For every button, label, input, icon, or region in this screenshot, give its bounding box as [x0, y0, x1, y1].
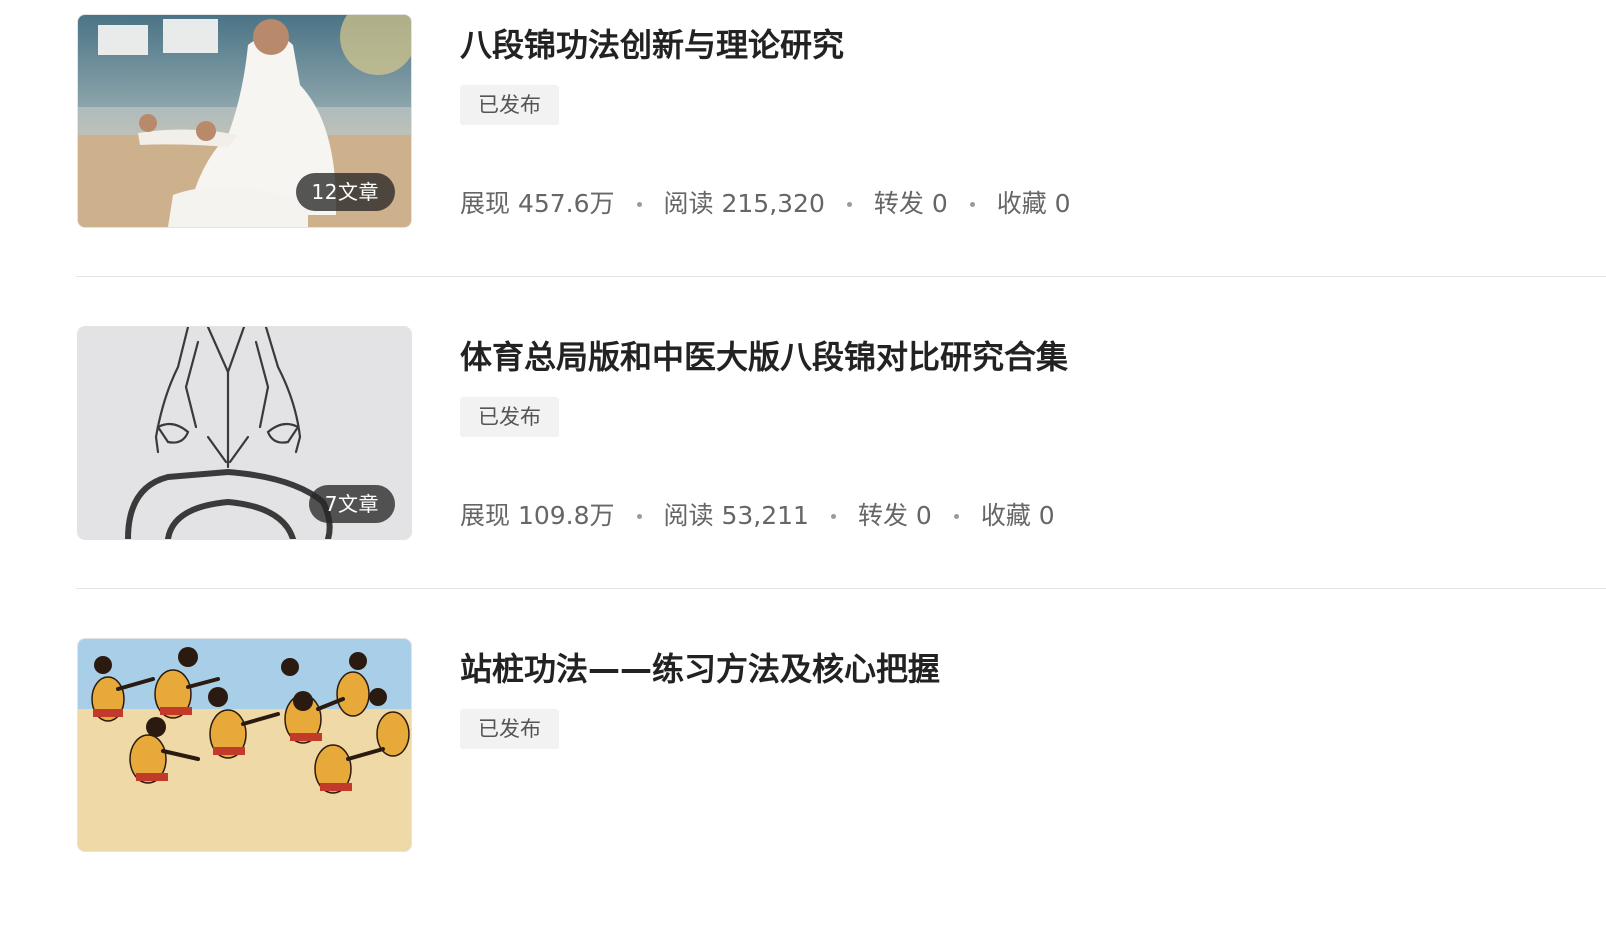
article-count-badge: 12文章: [295, 173, 395, 211]
article-count-badge: 7文章: [308, 485, 395, 523]
collection-thumbnail[interactable]: 7文章: [77, 326, 412, 540]
reads-stat: 阅读 215,320: [663, 189, 825, 218]
separator-dot: [636, 513, 642, 519]
reads-stat: 阅读 53,211: [663, 501, 809, 530]
impressions-stat: 展现 109.8万: [460, 501, 615, 530]
collection-title[interactable]: 体育总局版和中医大版八段锦对比研究合集: [460, 332, 1068, 378]
separator-dot: [846, 201, 852, 207]
separator-dot: [969, 201, 975, 207]
collection-title[interactable]: 站桩功法——练习方法及核心把握: [460, 644, 940, 690]
collection-item[interactable]: 站桩功法——练习方法及核心把握 已发布: [0, 616, 1606, 928]
status-badge: 已发布: [460, 85, 559, 125]
collection-item[interactable]: 7文章 体育总局版和中医大版八段锦对比研究合集 已发布 展现 109.8万 阅读…: [0, 304, 1606, 616]
collection-stats: 展现 457.6万 阅读 215,320 转发 0 收藏 0: [460, 186, 1071, 222]
item-divider: [76, 588, 1606, 589]
status-badge: 已发布: [460, 709, 559, 749]
collection-item[interactable]: 12文章 八段锦功法创新与理论研究 已发布 展现 457.6万 阅读 215,3…: [0, 0, 1606, 304]
shares-stat: 转发 0: [857, 501, 932, 530]
illustration-dancers-thumbnail: [78, 639, 411, 851]
collection-stats: 展现 109.8万 阅读 53,211 转发 0 收藏 0: [460, 498, 1055, 534]
favorites-stat: 收藏 0: [996, 189, 1071, 218]
collection-thumbnail[interactable]: [77, 638, 412, 852]
separator-dot: [953, 513, 959, 519]
shares-stat: 转发 0: [873, 189, 948, 218]
separator-dot: [830, 513, 836, 519]
item-divider: [76, 276, 1606, 277]
separator-dot: [636, 201, 642, 207]
collection-thumbnail[interactable]: 12文章: [77, 14, 412, 228]
collection-title[interactable]: 八段锦功法创新与理论研究: [460, 20, 844, 66]
status-badge: 已发布: [460, 397, 559, 437]
impressions-stat: 展现 457.6万: [460, 189, 615, 218]
favorites-stat: 收藏 0: [980, 501, 1055, 530]
